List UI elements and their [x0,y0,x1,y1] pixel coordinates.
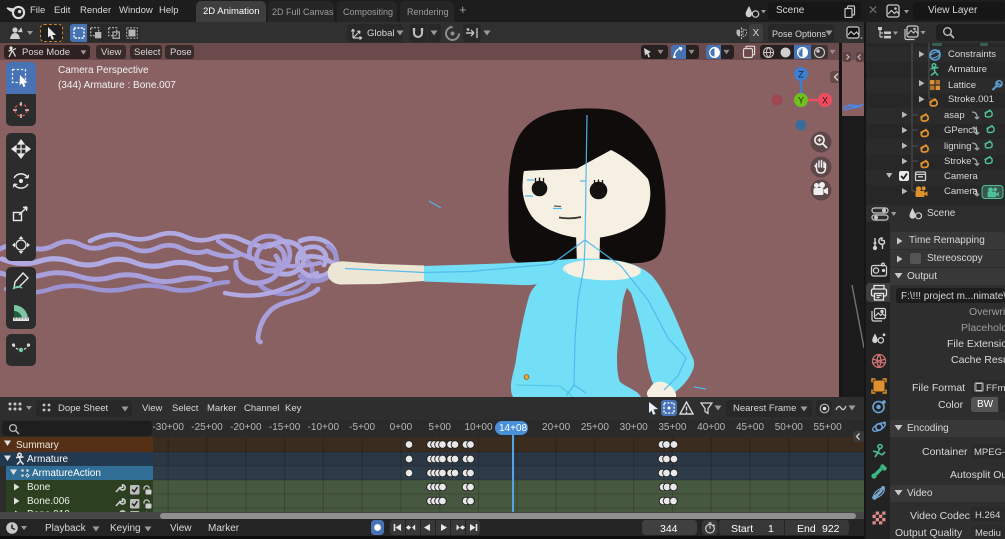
svg-text:X: X [822,95,828,105]
svg-text:Y: Y [798,95,804,105]
svg-text:Z: Z [798,69,804,79]
